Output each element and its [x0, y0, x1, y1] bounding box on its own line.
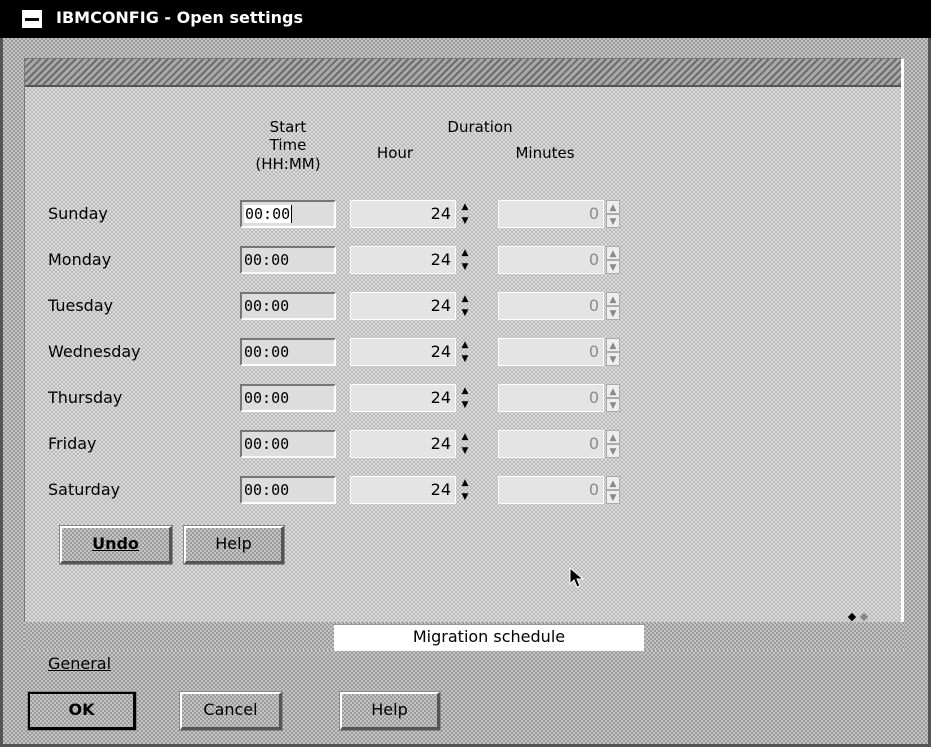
- day-label: Friday: [48, 434, 97, 453]
- tab-migration-schedule[interactable]: Migration schedule: [334, 624, 644, 651]
- minutes-spin-buttons: ▲ ▼: [606, 246, 620, 274]
- header-minutes: Minutes: [515, 144, 575, 162]
- hour-spinbox[interactable]: 24: [350, 476, 456, 504]
- up-arrow-icon[interactable]: ▲: [458, 384, 472, 398]
- down-arrow-icon: ▼: [606, 490, 620, 504]
- up-arrow-icon[interactable]: ▲: [458, 476, 472, 490]
- start-time-field[interactable]: 00:00: [240, 246, 336, 274]
- day-label: Wednesday: [48, 342, 141, 361]
- start-time-field[interactable]: 00:00: [240, 384, 336, 412]
- down-arrow-icon[interactable]: ▼: [458, 352, 472, 366]
- header-duration: Duration: [447, 118, 513, 136]
- day-label: Sunday: [48, 204, 108, 223]
- undo-button[interactable]: Undo: [59, 525, 173, 565]
- up-arrow-icon[interactable]: ▲: [458, 200, 472, 214]
- minutes-spin-buttons: ▲ ▼: [606, 338, 620, 366]
- minutes-spinbox: 0: [498, 200, 604, 228]
- minutes-spinbox: 0: [498, 476, 604, 504]
- system-menu-icon[interactable]: [20, 8, 44, 30]
- page-help-button[interactable]: Help: [183, 525, 285, 565]
- down-arrow-icon[interactable]: ▼: [458, 444, 472, 458]
- hour-spinbox[interactable]: 24: [350, 292, 456, 320]
- start-time-field[interactable]: 00:00: [240, 338, 336, 366]
- up-arrow-icon: ▲: [606, 200, 620, 214]
- minutes-spinbox: 0: [498, 246, 604, 274]
- day-label: Tuesday: [48, 296, 114, 315]
- down-arrow-icon[interactable]: ▼: [458, 214, 472, 228]
- minutes-spinbox: 0: [498, 384, 604, 412]
- start-time-field[interactable]: 00:00: [240, 476, 336, 504]
- minutes-spinbox: 0: [498, 338, 604, 366]
- title-bar: IBMCONFIG - Open settings: [0, 0, 931, 38]
- hour-spin-buttons[interactable]: ▲ ▼: [458, 200, 472, 228]
- minutes-spinbox: 0: [498, 430, 604, 458]
- start-time-field[interactable]: 00:00: [240, 430, 336, 458]
- down-arrow-icon[interactable]: ▼: [458, 260, 472, 274]
- down-arrow-icon: ▼: [606, 260, 620, 274]
- tab-general[interactable]: General: [48, 654, 111, 673]
- minutes-spin-buttons: ▲ ▼: [606, 430, 620, 458]
- window-title: IBMCONFIG - Open settings: [56, 8, 303, 27]
- hour-spinbox[interactable]: 24: [350, 200, 456, 228]
- day-label: Monday: [48, 250, 112, 269]
- up-arrow-icon: ▲: [606, 384, 620, 398]
- down-arrow-icon[interactable]: ▼: [458, 490, 472, 504]
- header-time: Time: [269, 136, 307, 154]
- up-arrow-icon: ▲: [606, 430, 620, 444]
- minutes-spinbox: 0: [498, 292, 604, 320]
- hour-spin-buttons[interactable]: ▲ ▼: [458, 246, 472, 274]
- hour-spinbox[interactable]: 24: [350, 430, 456, 458]
- hour-spin-buttons[interactable]: ▲ ▼: [458, 476, 472, 504]
- up-arrow-icon[interactable]: ▲: [458, 430, 472, 444]
- up-arrow-icon: ▲: [606, 476, 620, 490]
- down-arrow-icon: ▼: [606, 444, 620, 458]
- up-arrow-icon[interactable]: ▲: [458, 246, 472, 260]
- up-arrow-icon[interactable]: ▲: [458, 338, 472, 352]
- down-arrow-icon[interactable]: ▼: [458, 306, 472, 320]
- down-arrow-icon: ▼: [606, 214, 620, 228]
- hour-spin-buttons[interactable]: ▲ ▼: [458, 384, 472, 412]
- hour-spinbox[interactable]: 24: [350, 246, 456, 274]
- mouse-pointer-icon: [569, 566, 585, 588]
- down-arrow-icon: ▼: [606, 352, 620, 366]
- down-arrow-icon[interactable]: ▼: [458, 398, 472, 412]
- hour-spin-buttons[interactable]: ▲ ▼: [458, 338, 472, 366]
- minutes-spin-buttons: ▲ ▼: [606, 292, 620, 320]
- ok-button[interactable]: OK: [27, 691, 137, 731]
- tab-strip: Migration schedule: [24, 622, 904, 651]
- hour-spinbox[interactable]: 24: [350, 338, 456, 366]
- header-start: Start: [269, 118, 307, 136]
- dialog-help-button[interactable]: Help: [339, 691, 441, 731]
- start-time-field[interactable]: 00:00: [240, 200, 336, 228]
- hour-spinbox[interactable]: 24: [350, 384, 456, 412]
- day-label: Saturday: [48, 480, 121, 499]
- up-arrow-icon[interactable]: ▲: [458, 292, 472, 306]
- up-arrow-icon: ▲: [606, 292, 620, 306]
- minutes-spin-buttons: ▲ ▼: [606, 384, 620, 412]
- start-time-field[interactable]: 00:00: [240, 292, 336, 320]
- minutes-spin-buttons: ▲ ▼: [606, 476, 620, 504]
- day-label: Thursday: [48, 388, 123, 407]
- up-arrow-icon: ▲: [606, 246, 620, 260]
- cancel-button[interactable]: Cancel: [179, 691, 283, 731]
- header-format: (HH:MM): [255, 155, 321, 173]
- down-arrow-icon: ▼: [606, 306, 620, 320]
- up-arrow-icon: ▲: [606, 338, 620, 352]
- header-hour: Hour: [376, 144, 414, 162]
- hour-spin-buttons[interactable]: ▲ ▼: [458, 430, 472, 458]
- page-top-edge: [25, 59, 901, 87]
- minutes-spin-buttons: ▲ ▼: [606, 200, 620, 228]
- down-arrow-icon: ▼: [606, 398, 620, 412]
- hour-spin-buttons[interactable]: ▲ ▼: [458, 292, 472, 320]
